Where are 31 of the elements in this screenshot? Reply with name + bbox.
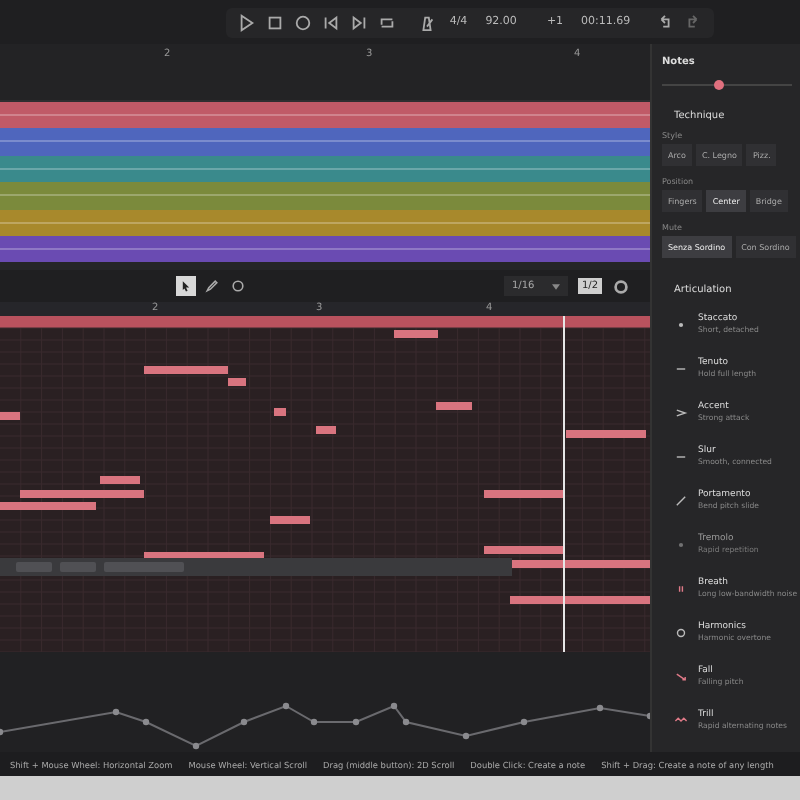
track-lane[interactable] [0, 182, 650, 209]
accent-icon [674, 405, 688, 419]
undo-icon[interactable] [656, 13, 675, 31]
pencil-icon [204, 278, 220, 295]
track-lane[interactable] [0, 155, 650, 183]
forward-icon[interactable] [349, 13, 368, 31]
track-lane[interactable] [0, 128, 650, 156]
track-lane[interactable] [0, 235, 650, 263]
settings-icon[interactable] [612, 277, 630, 296]
slider-thumb[interactable] [714, 80, 724, 90]
track-lane[interactable] [0, 101, 650, 129]
trill-icon [674, 713, 688, 727]
track-lane[interactable] [0, 209, 650, 236]
fall-icon [674, 669, 688, 683]
pointer-tool[interactable] [176, 276, 196, 297]
metronome-icon[interactable] [417, 13, 436, 31]
play-icon[interactable] [237, 13, 256, 31]
redo-icon[interactable] [684, 13, 703, 31]
eraser-tool[interactable] [228, 276, 248, 297]
caret-icon [551, 283, 560, 290]
record-icon[interactable] [293, 13, 312, 31]
dot-icon [674, 317, 688, 331]
pencil-tool[interactable] [202, 276, 222, 297]
circle-icon [674, 625, 688, 639]
stop-icon[interactable] [265, 13, 284, 31]
breath-icon [674, 581, 688, 595]
loop-icon[interactable] [377, 13, 396, 31]
rewind-icon[interactable] [321, 13, 340, 31]
circle-icon [230, 278, 246, 295]
dot-icon [674, 537, 688, 551]
pointer-icon [178, 278, 194, 295]
